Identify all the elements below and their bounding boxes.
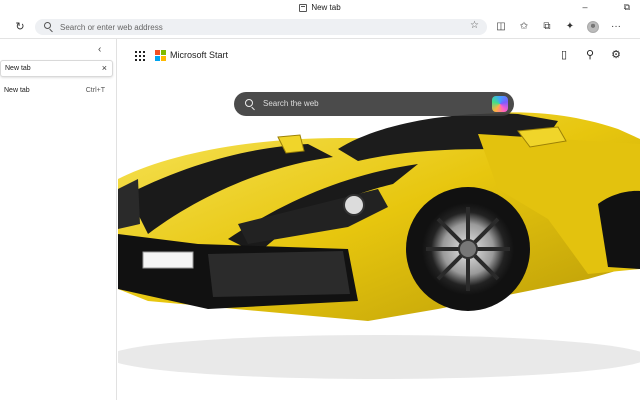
- clear-search-icon[interactable]: ×: [102, 63, 107, 73]
- web-search-box[interactable]: Search the web: [234, 92, 514, 116]
- phone-icon[interactable]: ▯: [558, 49, 570, 62]
- rewards-icon[interactable]: ⚲: [584, 49, 596, 62]
- address-placeholder[interactable]: Search or enter web address: [60, 23, 163, 32]
- address-bar[interactable]: Search or enter web address ☆: [35, 19, 487, 35]
- vertical-tabs-sidebar: ‹ New tab × New tab Ctrl+T: [0, 39, 117, 400]
- favorite-star-icon[interactable]: ☆: [470, 20, 479, 31]
- extensions-icon[interactable]: ✦: [564, 20, 576, 33]
- app-launcher-icon[interactable]: [135, 51, 145, 61]
- copilot-icon[interactable]: [492, 96, 508, 112]
- search-tabs-input[interactable]: New tab ×: [0, 60, 113, 77]
- split-screen-icon[interactable]: ◫: [495, 20, 507, 33]
- settings-gear-icon[interactable]: ⚙: [610, 49, 622, 62]
- search-icon: [44, 22, 51, 29]
- minimize-button[interactable]: –: [583, 2, 588, 13]
- window-controls: – ⧉: [583, 2, 630, 13]
- restore-button[interactable]: ⧉: [624, 2, 630, 13]
- title-bar: New tab – ⧉: [0, 0, 640, 16]
- refresh-button[interactable]: ↻: [13, 20, 27, 34]
- profile-icon[interactable]: [587, 20, 599, 33]
- window-title-text: New tab: [311, 3, 341, 12]
- brand-title[interactable]: Microsoft Start: [170, 50, 228, 60]
- browser-toolbar: ↻ Search or enter web address ☆ ◫ ✩ ⧉ ✦ …: [0, 16, 640, 38]
- new-tab-page: Microsoft Start ▯ ⚲ ⚙ Search the web: [118, 39, 640, 400]
- tab-result-title: New tab: [4, 87, 30, 94]
- search-tabs-value[interactable]: New tab: [5, 65, 31, 72]
- collections-icon[interactable]: ⧉: [541, 20, 553, 33]
- window-title: New tab: [0, 3, 640, 12]
- favorites-icon[interactable]: ✩: [518, 20, 530, 33]
- microsoft-logo-icon: [155, 50, 166, 61]
- search-icon: [245, 99, 253, 107]
- tab-icon: [299, 3, 308, 12]
- collapse-pane-icon[interactable]: ‹: [98, 44, 101, 55]
- tab-result-shortcut: Ctrl+T: [85, 87, 105, 94]
- tab-result-item[interactable]: New tab Ctrl+T: [0, 85, 113, 97]
- more-icon[interactable]: ···: [610, 20, 622, 33]
- web-search-placeholder[interactable]: Search the web: [263, 99, 319, 108]
